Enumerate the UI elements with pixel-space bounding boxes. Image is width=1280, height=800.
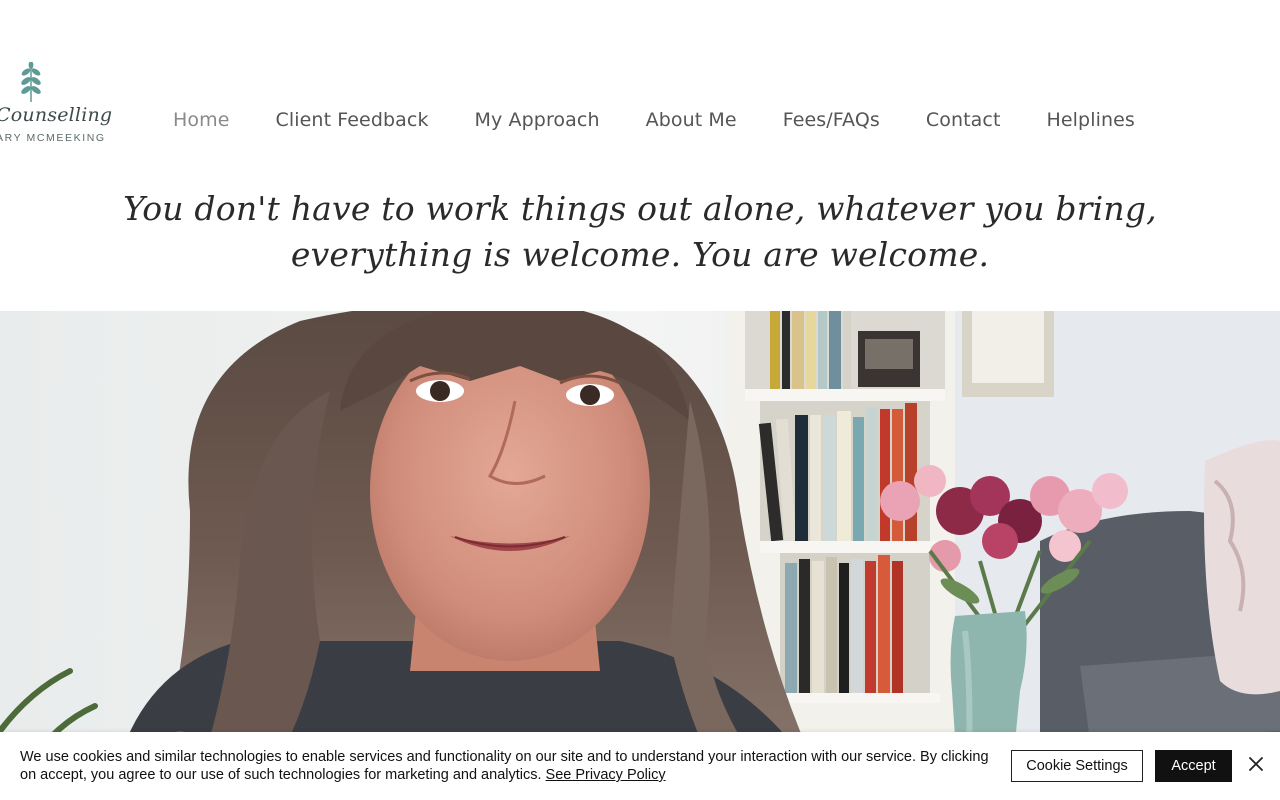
tagline-line-2: everything is welcome. You are welcome. <box>290 235 990 274</box>
site-header: Counselling ARY MCMEEKING Home Client Fe… <box>0 0 1280 160</box>
nav-item-contact[interactable]: Contact <box>903 109 1024 131</box>
nav-item-my-approach[interactable]: My Approach <box>452 109 623 131</box>
cookie-text-block: We use cookies and similar technologies … <box>20 748 990 784</box>
nav-item-about-me[interactable]: About Me <box>623 109 760 131</box>
site-logo[interactable]: Counselling ARY MCMEEKING <box>0 60 112 150</box>
accept-cookies-button[interactable]: Accept <box>1155 750 1232 782</box>
tagline-line-1: You don't have to work things out alone,… <box>123 189 1157 228</box>
nav-item-home[interactable]: Home <box>150 109 253 131</box>
nav-item-helplines[interactable]: Helplines <box>1024 109 1158 131</box>
hero-tagline: You don't have to work things out alone,… <box>0 186 1280 278</box>
cookie-settings-button[interactable]: Cookie Settings <box>1011 750 1143 782</box>
hero-photo <box>0 311 1280 800</box>
logo-name-text: ARY MCMEEKING <box>0 132 106 144</box>
nav-item-fees-faqs[interactable]: Fees/FAQs <box>760 109 903 131</box>
main-nav: Home Client Feedback My Approach About M… <box>150 106 1158 134</box>
close-icon[interactable] <box>1246 754 1266 774</box>
cookie-message: We use cookies and similar technologies … <box>20 749 989 783</box>
page: Counselling ARY MCMEEKING Home Client Fe… <box>0 0 1280 800</box>
leaf-icon <box>21 62 41 102</box>
privacy-policy-link[interactable]: See Privacy Policy <box>546 767 666 783</box>
logo-script-text: Counselling <box>0 104 113 126</box>
hero-photo-illustration <box>0 311 1280 800</box>
nav-item-client-feedback[interactable]: Client Feedback <box>253 109 452 131</box>
